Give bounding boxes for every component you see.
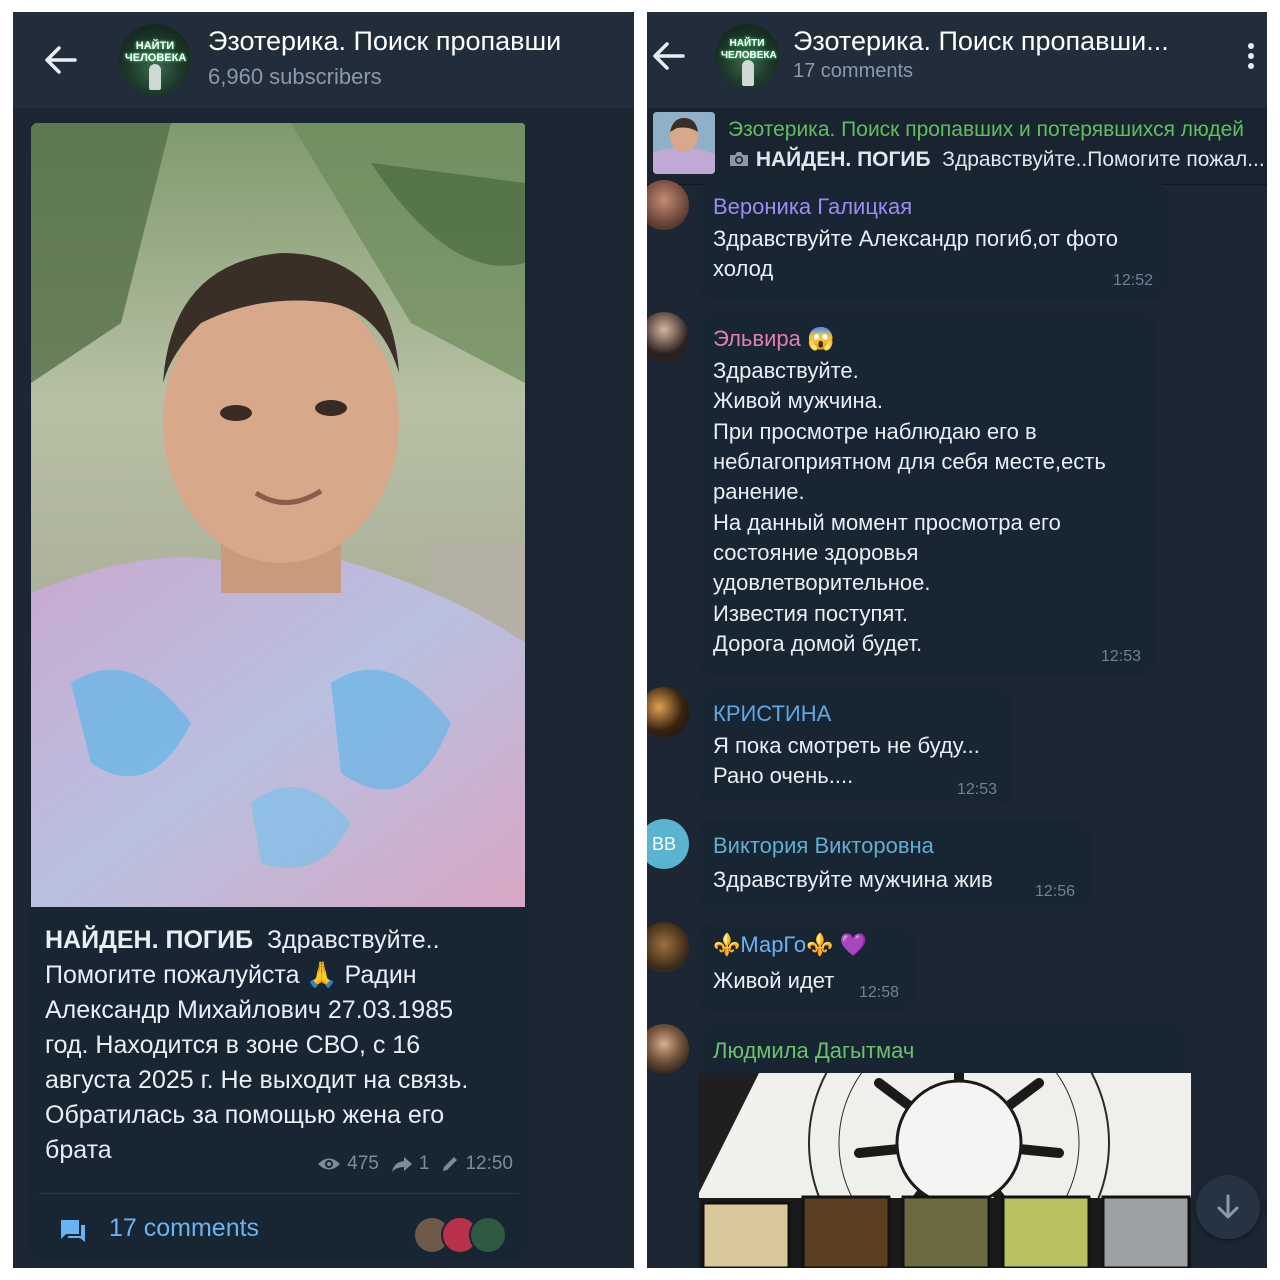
user-avatar[interactable] xyxy=(647,312,689,362)
discussion-header: НАЙТИ ЧЕЛОВЕКА Эзотерика. Поиск пропавши… xyxy=(647,12,1267,108)
back-arrow-icon[interactable] xyxy=(649,36,689,76)
comment-line: Живой мужчина. xyxy=(713,388,884,413)
user-avatar[interactable]: ВВ xyxy=(647,819,689,869)
comment-time: 12:58 xyxy=(858,984,899,1001)
comment-line: Рано очень.... xyxy=(713,763,854,788)
right-screenshot: НАЙТИ ЧЕЛОВЕКА Эзотерика. Поиск пропавши… xyxy=(647,12,1267,1268)
comment-line: холод xyxy=(713,256,774,281)
comment-bubble[interactable]: ⚜️МарГо⚜️ 💜 Живой идет 12:58 xyxy=(647,922,915,1012)
comment-line: неблагоприятном для себя месте,есть xyxy=(713,449,1106,474)
comment-time: 12:56 xyxy=(1034,883,1075,900)
post-preview: Здравствуйте..Помогите пожал... xyxy=(942,148,1265,171)
comment-line: Здравствуйте мужчина жив xyxy=(713,867,993,892)
post-status: НАЙДЕН. ПОГИБ xyxy=(45,926,254,954)
back-arrow-icon[interactable] xyxy=(41,40,81,80)
comment-time: 12:52 xyxy=(1112,272,1153,289)
comment-author[interactable]: Виктория Викторовна xyxy=(713,833,934,859)
share-count: 1 xyxy=(418,1153,430,1174)
edited-pencil-icon xyxy=(443,1157,458,1171)
comment-author[interactable]: Вероника Галицкая xyxy=(713,194,912,220)
post-time: 12:50 xyxy=(465,1153,513,1174)
post-line: Александр Михайлович 27.03.1985 xyxy=(45,996,454,1024)
post-line: Обратилась за помощью жена его xyxy=(45,1101,445,1129)
comment-line: Живой идет xyxy=(713,968,835,993)
comments-count: 17 comments xyxy=(793,60,914,82)
comment-author[interactable]: КРИСТИНА xyxy=(713,701,831,727)
tarot-image[interactable] xyxy=(699,1073,1191,1268)
comment-line: ранение. xyxy=(713,479,805,504)
eye-icon xyxy=(318,1158,341,1170)
channel-post: НАЙДЕН. ПОГИБ Здравствуйте.. Помогите по… xyxy=(29,121,529,1261)
left-screenshot: НАЙТИ ЧЕЛОВЕКА Эзотерика. Поиск пропавши… xyxy=(13,12,634,1268)
original-post-preview[interactable]: Эзотерика. Поиск пропавших и потерявшихс… xyxy=(647,108,1267,185)
channel-avatar[interactable]: НАЙТИ ЧЕЛОВЕКА xyxy=(119,24,191,96)
post-thumbnail xyxy=(653,112,715,174)
user-avatar[interactable] xyxy=(647,687,689,737)
post-meta: 475 1 12:50 xyxy=(317,1153,513,1175)
channel-avatar[interactable]: НАЙТИ ЧЕЛОВЕКА xyxy=(715,24,779,88)
comment-time: 12:53 xyxy=(1100,648,1141,665)
comment-line: Здравствуйте Александр погиб,от фото xyxy=(713,226,1119,251)
post-line: Здравствуйте.. xyxy=(266,926,440,954)
commenter-avatar xyxy=(469,1216,507,1254)
user-avatar[interactable] xyxy=(647,180,689,230)
comment-line: Здравствуйте. xyxy=(713,358,859,383)
user-avatar[interactable] xyxy=(647,1024,689,1074)
comment-time: 12:53 xyxy=(956,781,997,798)
share-icon xyxy=(391,1157,412,1172)
comment-line: состояние здоровья xyxy=(713,540,919,565)
comment-line: На данный момент просмотра его xyxy=(713,510,1061,535)
comment-bubble[interactable]: Вероника Галицкая Здравствуйте Александр… xyxy=(647,180,1169,300)
post-photo[interactable] xyxy=(31,123,525,907)
comments-icon xyxy=(61,1220,85,1242)
post-status: НАЙДЕН. ПОГИБ xyxy=(755,148,931,171)
user-avatar[interactable] xyxy=(647,922,689,972)
comment-line: Дорога домой будет. xyxy=(713,631,923,656)
avatar-initials: ВВ xyxy=(651,834,676,854)
post-text: НАЙДЕН. ПОГИБ Здравствуйте.. Помогите по… xyxy=(45,923,515,1168)
post-line: августа 2025 г. Не выходит на связь. xyxy=(45,1066,469,1094)
channel-title[interactable]: Эзотерика. Поиск пропавши xyxy=(208,26,634,57)
comment-line: При просмотре наблюдаю его в xyxy=(713,419,1037,444)
view-count: 475 xyxy=(347,1153,379,1174)
camera-icon xyxy=(730,152,748,166)
chevron-down-icon xyxy=(1217,1194,1239,1219)
channel-header: НАЙТИ ЧЕЛОВЕКА Эзотерика. Поиск пропавши… xyxy=(13,12,634,108)
post-preview-text: НАЙДЕН. ПОГИБ Здравствуйте..Помогите пож… xyxy=(728,148,1265,172)
comment-author[interactable]: ⚜️МарГо⚜️ 💜 xyxy=(713,932,867,958)
comment-line: удовлетворительное. xyxy=(713,570,931,595)
comment-bubble[interactable]: Эльвира 😱 Здравствуйте. Живой мужчина. П… xyxy=(647,312,1157,676)
comment-bubble[interactable]: КРИСТИНА Я пока смотреть не буду... Рано… xyxy=(647,687,1013,807)
channel-title[interactable]: Эзотерика. Поиск пропавши... xyxy=(793,26,1213,57)
comment-line: Я пока смотреть не буду... xyxy=(713,733,980,758)
comment-line: Известия поступят. xyxy=(713,601,909,626)
avatar-text: НАЙТИ ЧЕЛОВЕКА xyxy=(721,38,777,61)
subscriber-count: 6,960 subscribers xyxy=(208,64,382,89)
scroll-down-button[interactable] xyxy=(1196,1175,1260,1239)
avatar-text: НАЙТИ ЧЕЛОВЕКА xyxy=(125,40,187,64)
post-line: Помогите пожалуйста 🙏 Радин xyxy=(45,961,417,989)
comment-author[interactable]: Эльвира 😱 xyxy=(713,326,834,352)
post-source-title: Эзотерика. Поиск пропавших и потерявшихс… xyxy=(728,118,1244,141)
post-line: год. Находится в зоне СВО, с 16 xyxy=(45,1031,421,1059)
comment-bubble[interactable]: ВВ Виктория Викторовна Здравствуйте мужч… xyxy=(647,819,1091,911)
more-options-icon[interactable] xyxy=(1245,42,1257,72)
comments-label: 17 comments xyxy=(109,1214,260,1242)
comments-button[interactable]: 17 comments xyxy=(29,1194,529,1261)
comment-author[interactable]: Людмила Дагытмач xyxy=(713,1038,914,1064)
